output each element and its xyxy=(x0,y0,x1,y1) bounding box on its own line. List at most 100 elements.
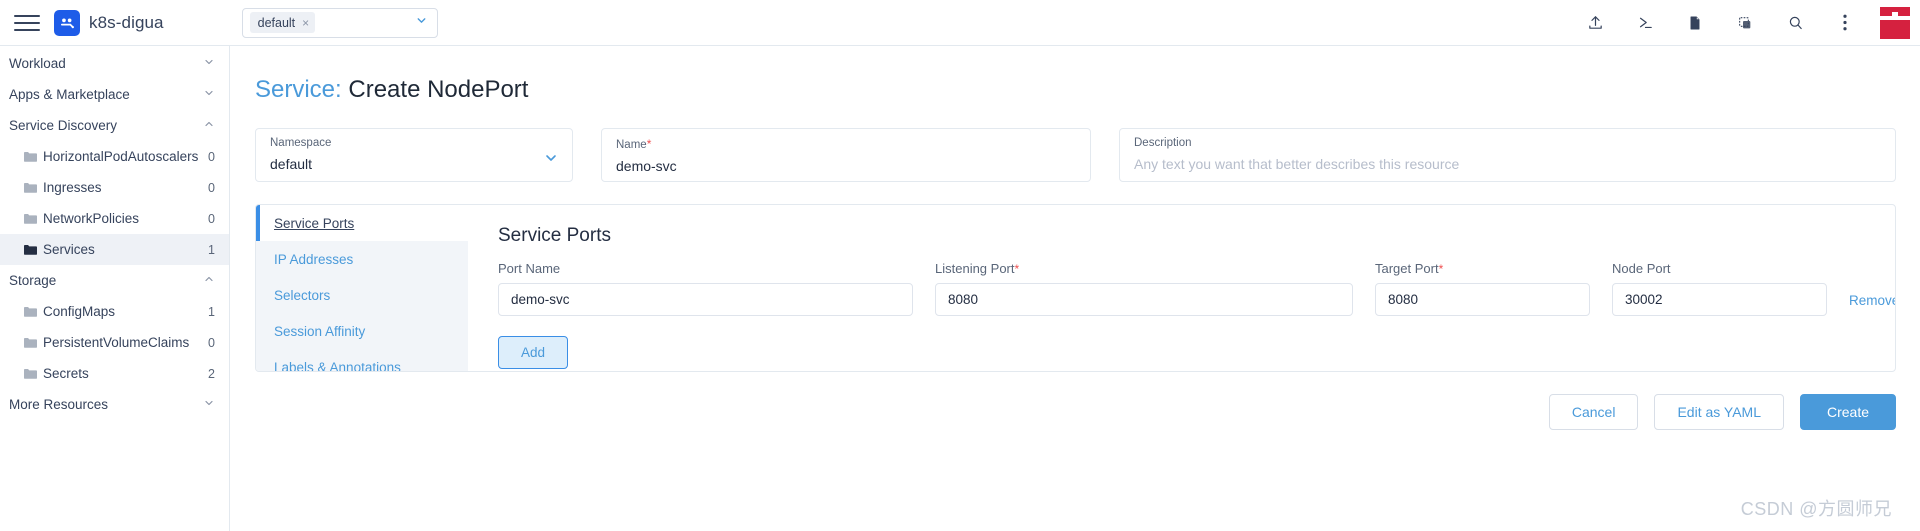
sidebar-item-services[interactable]: Services 1 xyxy=(0,234,229,265)
add-port-button[interactable]: Add xyxy=(498,336,568,369)
tab-label: Labels & Annotations xyxy=(274,359,401,372)
edit-as-yaml-button[interactable]: Edit as YAML xyxy=(1654,394,1784,430)
folder-icon xyxy=(24,244,37,255)
sidebar-navigation: Workload Apps & Marketplace Service Disc… xyxy=(0,46,230,531)
page-title-prefix: Service: xyxy=(255,76,342,103)
copy-icon[interactable] xyxy=(1720,0,1770,46)
required-marker: * xyxy=(646,137,652,151)
upload-icon[interactable] xyxy=(1570,0,1620,46)
folder-icon xyxy=(24,151,37,162)
description-field-placeholder: Any text you want that better describes … xyxy=(1134,155,1460,172)
user-avatar-logo[interactable] xyxy=(1874,0,1920,46)
chevron-down-icon[interactable] xyxy=(203,87,215,102)
sidebar-item-label: Ingresses xyxy=(43,180,102,195)
sidebar-item-count: 0 xyxy=(208,180,215,195)
port-name-label: Port Name xyxy=(498,261,913,276)
tab-labels-annotations[interactable]: Labels & Annotations xyxy=(256,349,468,372)
sidebar-item-configmaps[interactable]: ConfigMaps 1 xyxy=(0,296,229,327)
form-action-bar: Cancel Edit as YAML Create xyxy=(255,394,1896,430)
sidebar-group-service-discovery[interactable]: Service Discovery xyxy=(0,110,229,141)
sidebar-group-workload[interactable]: Workload xyxy=(0,48,229,79)
tab-label: IP Addresses xyxy=(274,251,354,267)
sidebar-group-label: Storage xyxy=(9,273,57,288)
sidebar-item-label: ConfigMaps xyxy=(43,304,116,319)
tab-selectors[interactable]: Selectors xyxy=(256,277,468,313)
create-button[interactable]: Create xyxy=(1800,394,1896,430)
kubesphere-logo-icon[interactable] xyxy=(54,9,80,36)
sidebar-group-more-resources[interactable]: More Resources xyxy=(0,389,229,420)
page-title: Service: Create NodePort xyxy=(255,76,1896,104)
chevron-up-icon[interactable] xyxy=(203,273,215,288)
terminal-icon[interactable] xyxy=(1620,0,1670,46)
chevron-down-icon[interactable] xyxy=(203,56,215,71)
tab-label: Session Affinity xyxy=(274,323,366,339)
folder-icon xyxy=(24,213,37,224)
sidebar-item-horizontalpodautoscalers[interactable]: HorizontalPodAutoscalers 0 xyxy=(0,141,229,172)
sidebar-item-secrets[interactable]: Secrets 2 xyxy=(0,358,229,389)
main-content: Service: Create NodePort Namespace defau… xyxy=(230,46,1920,531)
panel-tab-list: Service Ports IP Addresses Selectors Ses… xyxy=(256,205,468,371)
page-body: Workload Apps & Marketplace Service Disc… xyxy=(0,46,1920,531)
description-field[interactable]: Description Any text you want that bette… xyxy=(1119,128,1896,182)
document-icon[interactable] xyxy=(1670,0,1720,46)
sidebar-item-label: PersistentVolumeClaims xyxy=(43,335,190,350)
sidebar-group-apps-marketplace[interactable]: Apps & Marketplace xyxy=(0,79,229,110)
cancel-button[interactable]: Cancel xyxy=(1548,394,1639,430)
tab-ip-addresses[interactable]: IP Addresses xyxy=(256,241,468,277)
sidebar-group-storage[interactable]: Storage xyxy=(0,265,229,296)
listening-port-label-text: Listening Port xyxy=(935,261,1015,276)
port-name-column: Port Name demo-svc xyxy=(498,261,913,316)
node-port-column: Node Port 30002 xyxy=(1612,261,1827,316)
sidebar-item-count: 0 xyxy=(208,211,215,226)
listening-port-label: Listening Port* xyxy=(935,261,1353,276)
sidebar-item-ingresses[interactable]: Ingresses 0 xyxy=(0,172,229,203)
namespace-selector[interactable]: default × xyxy=(241,7,438,38)
namespace-chip[interactable]: default × xyxy=(249,12,316,33)
description-field-label: Description xyxy=(1134,137,1192,149)
node-port-input[interactable]: 30002 xyxy=(1612,283,1827,316)
target-port-label: Target Port* xyxy=(1375,261,1590,276)
sidebar-item-count: 2 xyxy=(208,366,215,381)
sidebar-item-networkpolicies[interactable]: NetworkPolicies 0 xyxy=(0,203,229,234)
sidebar-item-count: 0 xyxy=(208,335,215,350)
page-title-main: Create NodePort xyxy=(348,76,529,103)
target-port-input[interactable]: 8080 xyxy=(1375,283,1590,316)
service-config-panel: Service Ports IP Addresses Selectors Ses… xyxy=(255,204,1896,372)
folder-icon xyxy=(24,368,37,379)
tab-service-ports[interactable]: Service Ports xyxy=(256,205,468,241)
sidebar-item-persistentvolumeclaims[interactable]: PersistentVolumeClaims 0 xyxy=(0,327,229,358)
target-port-label-text: Target Port xyxy=(1375,261,1439,276)
sidebar-group-label: More Resources xyxy=(9,397,109,412)
namespace-chip-label: default xyxy=(257,15,296,30)
namespace-field-label: Namespace xyxy=(270,137,332,149)
listening-port-input[interactable]: 8080 xyxy=(935,283,1353,316)
folder-icon xyxy=(24,306,37,317)
folder-icon xyxy=(24,337,37,348)
service-port-row: Port Name demo-svc Listening Port* 8080 xyxy=(498,261,1895,316)
sidebar-item-label: NetworkPolicies xyxy=(43,211,140,226)
folder-icon xyxy=(24,182,37,193)
name-field[interactable]: Name* demo-svc xyxy=(601,128,1091,182)
hamburger-menu-icon[interactable] xyxy=(14,10,40,36)
tab-session-affinity[interactable]: Session Affinity xyxy=(256,313,468,349)
search-icon[interactable] xyxy=(1770,0,1820,46)
chevron-up-icon[interactable] xyxy=(203,118,215,133)
required-marker: * xyxy=(1438,262,1444,276)
namespace-field[interactable]: Namespace default xyxy=(255,128,573,182)
more-options-icon[interactable] xyxy=(1820,0,1870,46)
chevron-down-icon[interactable] xyxy=(415,14,428,32)
listening-port-column: Listening Port* 8080 xyxy=(935,261,1353,316)
chevron-down-icon[interactable] xyxy=(543,150,559,171)
port-name-input[interactable]: demo-svc xyxy=(498,283,913,316)
remove-port-link[interactable]: Remove xyxy=(1849,293,1895,316)
namespace-field-value: default xyxy=(270,155,313,172)
chevron-down-icon[interactable] xyxy=(203,397,215,412)
panel-content: Service Ports Port Name demo-svc Listeni… xyxy=(468,205,1895,371)
sidebar-item-label: HorizontalPodAutoscalers xyxy=(43,149,199,164)
close-icon[interactable]: × xyxy=(302,17,309,29)
top-form-fields: Namespace default Name* demo-svc Descrip… xyxy=(255,128,1896,182)
node-port-label-text: Node Port xyxy=(1612,261,1671,276)
name-field-value: demo-svc xyxy=(616,157,677,174)
sidebar-group-label: Workload xyxy=(9,56,66,71)
panel-heading: Service Ports xyxy=(498,225,611,246)
